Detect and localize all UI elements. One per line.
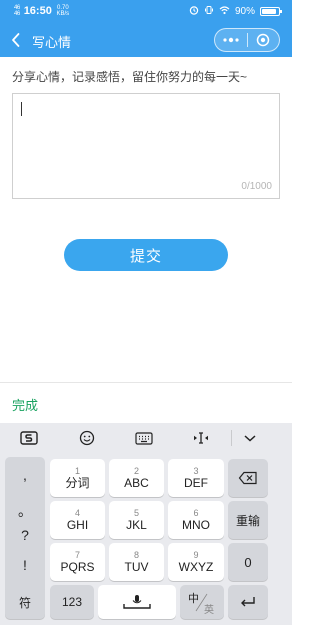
enter-key[interactable] [228, 585, 268, 619]
space-mic-icon [123, 595, 151, 609]
reinput-key[interactable]: 重输 [228, 501, 268, 539]
alarm-icon [189, 5, 199, 18]
key-label: JKL [126, 517, 147, 532]
signal-label-bottom: 46 [14, 11, 20, 17]
done-button[interactable]: 完成 [12, 395, 38, 414]
space-key[interactable] [98, 585, 176, 619]
zero-label: 0 [244, 554, 252, 570]
clock: 16:50 [23, 5, 52, 17]
key-6[interactable]: 6 MNO [168, 501, 224, 539]
number-label: 123 [61, 595, 83, 609]
key-number: 4 [74, 507, 80, 518]
enter-icon [241, 597, 255, 607]
key-7[interactable]: 7 PQRS [50, 543, 105, 581]
mood-prompt: 分享心情，记录感悟，留住你努力的每一天~ [12, 70, 248, 84]
text-caret [21, 102, 22, 116]
net-speed: 0.70 KB/s [56, 5, 70, 17]
key-label: GHI [66, 517, 89, 532]
key-number: 6 [193, 507, 199, 518]
key-label: WXYZ [178, 559, 214, 574]
key-number: 7 [74, 549, 80, 560]
key-4[interactable]: 4 GHI [50, 501, 105, 539]
char-counter: 0/1000 [241, 181, 272, 192]
punct-comma[interactable]: , [5, 467, 45, 483]
signal-icon: 46 46 [14, 5, 20, 17]
vibrate-icon [204, 5, 214, 18]
key-number: 2 [133, 465, 139, 476]
punct-period[interactable]: 。 [5, 501, 45, 521]
lang-en-label: 英 [204, 605, 214, 616]
key-2[interactable]: 2 ABC [109, 459, 164, 497]
emoji-icon[interactable] [76, 428, 98, 448]
key-5[interactable]: 5 JKL [109, 501, 164, 539]
chevron-left-icon [12, 33, 20, 47]
battery-icon [260, 7, 282, 16]
key-number: 8 [133, 549, 139, 560]
key-label: MNO [182, 517, 210, 532]
key-9[interactable]: 9 WXYZ [168, 543, 224, 581]
page-title: 写心情 [32, 35, 72, 50]
key-1[interactable]: 1 分词 [50, 459, 105, 497]
keyboard-toolbar [0, 423, 292, 453]
key-label: PQRS [60, 559, 95, 574]
mood-textarea[interactable]: 0/1000 [12, 93, 280, 199]
miniapp-capsule [214, 28, 280, 52]
slash-divider-icon [195, 593, 208, 612]
punct-exclaim[interactable]: ! [5, 557, 45, 573]
key-8[interactable]: 8 TUV [109, 543, 164, 581]
key-label: 分词 [65, 475, 90, 490]
keyboard-accessory-bar: 完成 [0, 382, 292, 423]
toolbar-divider [231, 430, 232, 446]
punct-question[interactable]: ? [5, 527, 45, 543]
net-speed-unit: KB/s [56, 11, 70, 17]
reinput-label: 重输 [235, 513, 260, 528]
app-header: 46 46 16:50 0.70 KB/s 90% 写心情 [0, 0, 292, 57]
submit-button[interactable]: 提交 [64, 239, 228, 271]
battery-fill [262, 9, 277, 14]
key-number: 5 [133, 507, 139, 518]
wifi-icon [219, 5, 230, 18]
number-key[interactable]: 123 [50, 585, 94, 619]
back-button[interactable] [6, 28, 26, 52]
cursor-move-icon[interactable] [190, 428, 212, 448]
symbol-label: 符 [18, 595, 31, 610]
sogou-logo-icon[interactable] [18, 428, 40, 448]
target-circle-icon [256, 33, 270, 47]
keyboard: , 。 ? ! 1 分词 2 ABC 3 DEF 4 GHI 5 JKL 6 M… [0, 423, 292, 625]
key-number: 3 [193, 465, 199, 476]
more-dots-icon [223, 37, 239, 43]
key-number: 9 [193, 549, 199, 560]
close-miniapp-button[interactable] [247, 29, 279, 51]
backspace-icon [238, 471, 257, 485]
language-key[interactable]: 中 英 [180, 585, 224, 619]
key-label: TUV [124, 559, 149, 574]
key-number: 1 [74, 465, 80, 476]
keyboard-switch-icon[interactable] [133, 428, 155, 448]
status-bar: 46 46 16:50 0.70 KB/s 90% [0, 0, 292, 24]
battery-percent: 90% [234, 6, 255, 17]
more-button[interactable] [215, 29, 247, 51]
key-label: ABC [124, 475, 149, 490]
collapse-keyboard-icon[interactable] [239, 428, 261, 448]
nav-bar: 写心情 [0, 24, 292, 57]
key-3[interactable]: 3 DEF [168, 459, 224, 497]
delete-key[interactable] [228, 459, 268, 497]
zero-key[interactable]: 0 [228, 543, 268, 581]
key-label: DEF [184, 475, 208, 490]
language-toggle: 中 英 [182, 587, 222, 617]
symbol-key[interactable]: 符 [5, 585, 45, 619]
